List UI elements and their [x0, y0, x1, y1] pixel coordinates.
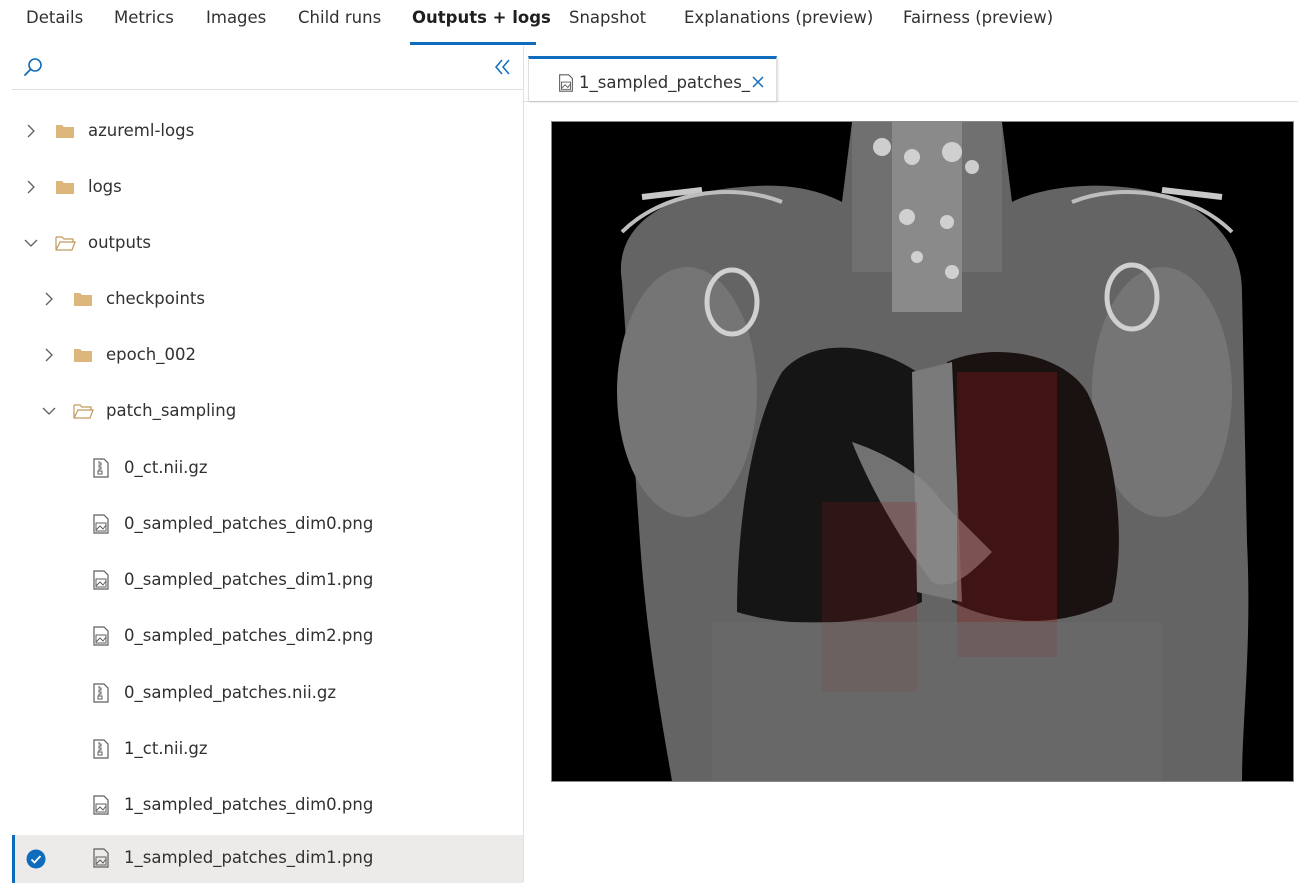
tree-item-patch-sampling[interactable]: patch_sampling — [12, 388, 523, 436]
tree-item-label: epoch_002 — [106, 345, 196, 364]
active-tab-indicator — [410, 42, 536, 45]
tab-outputs-logs[interactable]: Outputs + logs — [412, 8, 551, 27]
file-tree-panel: azureml-logs logs outputs checkpoints ep… — [12, 46, 524, 883]
folder-icon — [56, 125, 74, 138]
tab-metrics[interactable]: Metrics — [114, 8, 174, 27]
tree-item-file[interactable]: 0_ct.nii.gz — [12, 445, 523, 493]
folder-icon — [74, 293, 92, 306]
tree-item-azureml-logs[interactable]: azureml-logs — [12, 108, 523, 156]
tree-item-label: 0_sampled_patches_dim2.png — [124, 626, 374, 645]
tree-item-label: azureml-logs — [88, 121, 195, 140]
tree-item-file[interactable]: 0_sampled_patches_dim2.png — [12, 613, 523, 661]
image-viewer — [551, 121, 1294, 782]
chevron-down-icon[interactable] — [24, 236, 38, 250]
open-files-tabstrip: 1_sampled_patches_ — [524, 56, 1298, 102]
chevron-right-icon[interactable] — [24, 124, 38, 138]
image-file-icon — [93, 570, 109, 590]
image-file-icon — [93, 848, 109, 868]
tab-details[interactable]: Details — [26, 8, 83, 27]
chevron-right-icon[interactable] — [42, 348, 56, 362]
chevron-down-icon[interactable] — [42, 404, 56, 418]
open-file-tab-label: 1_sampled_patches_ — [579, 73, 751, 92]
image-file-icon — [93, 514, 109, 534]
check-circle-icon — [26, 849, 46, 869]
close-icon[interactable] — [751, 75, 765, 89]
tree-item-file-selected[interactable]: 1_sampled_patches_dim1.png — [12, 835, 523, 883]
image-file-icon — [93, 795, 109, 815]
tree-item-label: 1_sampled_patches_dim1.png — [124, 848, 374, 867]
tree-item-file[interactable]: 0_sampled_patches.nii.gz — [12, 670, 523, 718]
tree-item-label: 0_sampled_patches_dim0.png — [124, 514, 374, 533]
tree-item-file[interactable]: 0_sampled_patches_dim0.png — [12, 501, 523, 549]
top-tab-bar: Details Metrics Images Child runs Output… — [0, 0, 1298, 46]
tree-item-outputs[interactable]: outputs — [12, 220, 523, 268]
file-viewer-panel: 1_sampled_patches_ — [524, 46, 1298, 882]
tree-item-label: 0_ct.nii.gz — [124, 458, 208, 477]
tab-images[interactable]: Images — [206, 8, 266, 27]
tree-item-label: 0_sampled_patches_dim1.png — [124, 570, 374, 589]
zip-file-icon — [93, 683, 109, 703]
tree-item-label: outputs — [88, 233, 152, 252]
tab-fairness[interactable]: Fairness (preview) — [903, 8, 1053, 27]
search-icon[interactable] — [22, 56, 44, 78]
tree-item-label: checkpoints — [106, 289, 205, 308]
tree-item-label: 1_ct.nii.gz — [124, 739, 208, 758]
open-file-tab[interactable]: 1_sampled_patches_ — [528, 56, 777, 101]
tree-item-label: patch_sampling — [106, 401, 237, 420]
tab-snapshot[interactable]: Snapshot — [569, 8, 646, 27]
tree-item-label: logs — [88, 177, 122, 196]
tree-item-label: 0_sampled_patches.nii.gz — [124, 683, 337, 702]
tab-child-runs[interactable]: Child runs — [298, 8, 381, 27]
image-file-icon — [559, 74, 573, 92]
zip-file-icon — [93, 458, 109, 478]
chevron-right-icon[interactable] — [42, 292, 56, 306]
image-file-icon — [93, 626, 109, 646]
folder-open-icon — [73, 404, 94, 419]
zip-file-icon — [93, 739, 109, 759]
folder-icon — [56, 181, 74, 194]
double-chevron-left-icon[interactable] — [492, 56, 514, 78]
folder-icon — [74, 349, 92, 362]
tree-item-file[interactable]: 1_sampled_patches_dim0.png — [12, 782, 523, 830]
ct-scan-image — [552, 122, 1293, 781]
tree-item-epoch-002[interactable]: epoch_002 — [12, 332, 523, 380]
chevron-right-icon[interactable] — [24, 180, 38, 194]
tree-item-checkpoints[interactable]: checkpoints — [12, 276, 523, 324]
tree-item-logs[interactable]: logs — [12, 164, 523, 212]
tab-explanations[interactable]: Explanations (preview) — [684, 8, 873, 27]
file-tree-toolbar — [12, 46, 523, 90]
folder-open-icon — [55, 236, 76, 251]
tree-item-file[interactable]: 0_sampled_patches_dim1.png — [12, 557, 523, 605]
tree-item-label: 1_sampled_patches_dim0.png — [124, 795, 374, 814]
tree-item-file[interactable]: 1_ct.nii.gz — [12, 726, 523, 774]
